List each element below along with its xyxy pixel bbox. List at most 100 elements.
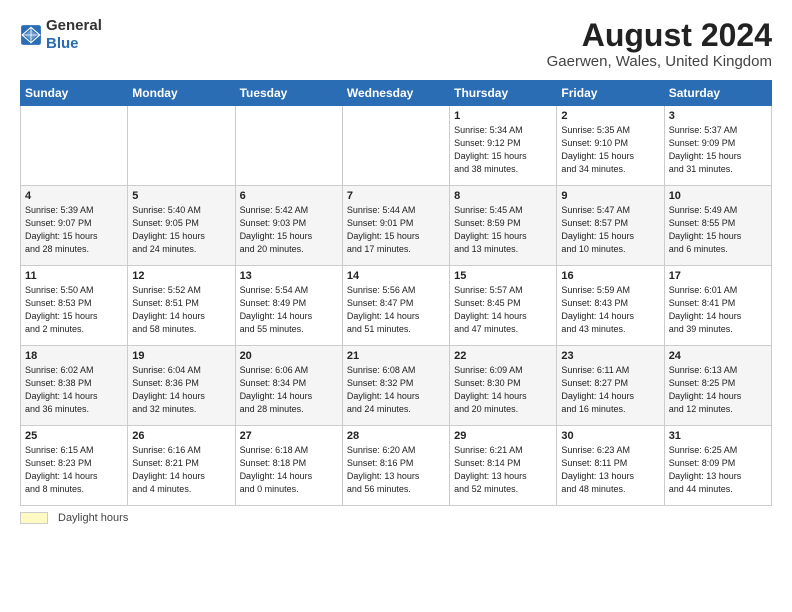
day-number: 26	[132, 430, 230, 442]
calendar-cell: 27 Sunrise: 6:18 AM Sunset: 8:18 PM Dayli…	[235, 426, 342, 506]
day-info: Sunrise: 5:50 AM Sunset: 8:53 PM Dayligh…	[25, 284, 123, 336]
day-number: 12	[132, 270, 230, 282]
day-number: 18	[25, 350, 123, 362]
day-info: Sunrise: 6:18 AM Sunset: 8:18 PM Dayligh…	[240, 444, 338, 496]
calendar-cell: 20Sunrise: 6:06 AM Sunset: 8:34 PM Dayli…	[235, 346, 342, 426]
calendar-cell: 2 Sunrise: 5:35 AM Sunset: 9:10 PM Daylig…	[557, 106, 664, 186]
day-number: 10	[669, 190, 767, 202]
calendar-cell: 11 Sunrise: 5:50 AM Sunset: 8:53 PM Dayli…	[21, 266, 128, 346]
legend-label: Daylight hours	[58, 512, 128, 524]
calendar-header-sunday: Sunday	[21, 81, 128, 106]
day-number: 29	[454, 430, 552, 442]
calendar-cell: 30 Sunrise: 6:23 AM Sunset: 8:11 PM Dayli…	[557, 426, 664, 506]
calendar-header-friday: Friday	[557, 81, 664, 106]
day-number: 27	[240, 430, 338, 442]
day-number: 14	[347, 270, 445, 282]
day-info: Sunrise: 6:09 AM Sunset: 8:30 PM Dayligh…	[454, 364, 552, 416]
day-number: 17	[669, 270, 767, 282]
calendar-cell: 8Sunrise: 5:45 AM Sunset: 8:59 PM Daylig…	[450, 186, 557, 266]
day-number: 3	[669, 110, 767, 122]
calendar-cell: 26 Sunrise: 6:16 AM Sunset: 8:21 PM Dayli…	[128, 426, 235, 506]
day-info: Sunrise: 5:42 AM Sunset: 9:03 PM Dayligh…	[240, 204, 338, 256]
day-info: Sunrise: 5:54 AM Sunset: 8:49 PM Dayligh…	[240, 284, 338, 336]
day-number: 28	[347, 430, 445, 442]
calendar-cell: 4Sunrise: 5:39 AM Sunset: 9:07 PM Daylig…	[21, 186, 128, 266]
calendar-week-row: 25Sunrise: 6:15 AM Sunset: 8:23 PM Dayli…	[21, 426, 772, 506]
calendar-cell: 28Sunrise: 6:20 AM Sunset: 8:16 PM Dayli…	[342, 426, 449, 506]
day-number: 15	[454, 270, 552, 282]
day-info: Sunrise: 6:23 AM Sunset: 8:11 PM Dayligh…	[561, 444, 659, 496]
calendar-cell	[342, 106, 449, 186]
day-info: Sunrise: 6:21 AM Sunset: 8:14 PM Dayligh…	[454, 444, 552, 496]
day-number: 9	[561, 190, 659, 202]
day-info: Sunrise: 5:47 AM Sunset: 8:57 PM Dayligh…	[561, 204, 659, 256]
day-info: Sunrise: 5:40 AM Sunset: 9:05 PM Dayligh…	[132, 204, 230, 256]
day-number: 25	[25, 430, 123, 442]
day-info: Sunrise: 5:59 AM Sunset: 8:43 PM Dayligh…	[561, 284, 659, 336]
day-info: Sunrise: 5:49 AM Sunset: 8:55 PM Dayligh…	[669, 204, 767, 256]
main-title: August 2024	[547, 18, 772, 53]
calendar-header-wednesday: Wednesday	[342, 81, 449, 106]
day-number: 8	[454, 190, 552, 202]
day-number: 11	[25, 270, 123, 282]
day-info: Sunrise: 5:44 AM Sunset: 9:01 PM Dayligh…	[347, 204, 445, 256]
header: General Blue August 2024 Gaerwen, Wales,…	[20, 18, 772, 70]
calendar-header-monday: Monday	[128, 81, 235, 106]
calendar-header-saturday: Saturday	[664, 81, 771, 106]
day-number: 30	[561, 430, 659, 442]
day-number: 23	[561, 350, 659, 362]
legend-box	[20, 512, 48, 524]
calendar-cell: 12 Sunrise: 5:52 AM Sunset: 8:51 PM Dayli…	[128, 266, 235, 346]
day-info: Sunrise: 6:08 AM Sunset: 8:32 PM Dayligh…	[347, 364, 445, 416]
calendar-cell: 21Sunrise: 6:08 AM Sunset: 8:32 PM Dayli…	[342, 346, 449, 426]
day-number: 31	[669, 430, 767, 442]
calendar-cell: 31 Sunrise: 6:25 AM Sunset: 8:09 PM Dayli…	[664, 426, 771, 506]
calendar-week-row: 18Sunrise: 6:02 AM Sunset: 8:38 PM Dayli…	[21, 346, 772, 426]
logo: General Blue	[20, 18, 102, 53]
day-number: 6	[240, 190, 338, 202]
logo-icon	[20, 24, 42, 46]
calendar-week-row: 11 Sunrise: 5:50 AM Sunset: 8:53 PM Dayli…	[21, 266, 772, 346]
calendar-cell: 19Sunrise: 6:04 AM Sunset: 8:36 PM Dayli…	[128, 346, 235, 426]
day-number: 7	[347, 190, 445, 202]
calendar-cell	[235, 106, 342, 186]
calendar-cell: 1 Sunrise: 5:34 AM Sunset: 9:12 PM Daylig…	[450, 106, 557, 186]
calendar-cell: 25Sunrise: 6:15 AM Sunset: 8:23 PM Dayli…	[21, 426, 128, 506]
day-info: Sunrise: 5:35 AM Sunset: 9:10 PM Dayligh…	[561, 124, 659, 176]
calendar-cell: 6 Sunrise: 5:42 AM Sunset: 9:03 PM Daylig…	[235, 186, 342, 266]
calendar-week-row: 4Sunrise: 5:39 AM Sunset: 9:07 PM Daylig…	[21, 186, 772, 266]
calendar-cell: 7 Sunrise: 5:44 AM Sunset: 9:01 PM Daylig…	[342, 186, 449, 266]
calendar-cell: 18Sunrise: 6:02 AM Sunset: 8:38 PM Dayli…	[21, 346, 128, 426]
calendar-cell: 9 Sunrise: 5:47 AM Sunset: 8:57 PM Daylig…	[557, 186, 664, 266]
calendar-cell: 5Sunrise: 5:40 AM Sunset: 9:05 PM Daylig…	[128, 186, 235, 266]
day-number: 16	[561, 270, 659, 282]
day-info: Sunrise: 6:11 AM Sunset: 8:27 PM Dayligh…	[561, 364, 659, 416]
day-number: 22	[454, 350, 552, 362]
day-info: Sunrise: 6:01 AM Sunset: 8:41 PM Dayligh…	[669, 284, 767, 336]
calendar-cell: 13 Sunrise: 5:54 AM Sunset: 8:49 PM Dayli…	[235, 266, 342, 346]
day-info: Sunrise: 5:34 AM Sunset: 9:12 PM Dayligh…	[454, 124, 552, 176]
logo-blue: Blue	[46, 35, 79, 52]
calendar-cell	[128, 106, 235, 186]
calendar-cell: 10 Sunrise: 5:49 AM Sunset: 8:55 PM Dayli…	[664, 186, 771, 266]
day-info: Sunrise: 6:04 AM Sunset: 8:36 PM Dayligh…	[132, 364, 230, 416]
day-number: 13	[240, 270, 338, 282]
day-number: 2	[561, 110, 659, 122]
calendar-cell: 17 Sunrise: 6:01 AM Sunset: 8:41 PM Dayli…	[664, 266, 771, 346]
day-info: Sunrise: 6:13 AM Sunset: 8:25 PM Dayligh…	[669, 364, 767, 416]
day-info: Sunrise: 5:56 AM Sunset: 8:47 PM Dayligh…	[347, 284, 445, 336]
day-number: 20	[240, 350, 338, 362]
page: General Blue August 2024 Gaerwen, Wales,…	[0, 0, 792, 534]
title-block: August 2024 Gaerwen, Wales, United Kingd…	[547, 18, 772, 70]
calendar-cell: 23 Sunrise: 6:11 AM Sunset: 8:27 PM Dayli…	[557, 346, 664, 426]
calendar-cell: 22 Sunrise: 6:09 AM Sunset: 8:30 PM Dayli…	[450, 346, 557, 426]
footer: Daylight hours	[20, 512, 772, 524]
calendar-cell: 3 Sunrise: 5:37 AM Sunset: 9:09 PM Daylig…	[664, 106, 771, 186]
day-info: Sunrise: 5:37 AM Sunset: 9:09 PM Dayligh…	[669, 124, 767, 176]
calendar-week-row: 1 Sunrise: 5:34 AM Sunset: 9:12 PM Daylig…	[21, 106, 772, 186]
day-info: Sunrise: 5:39 AM Sunset: 9:07 PM Dayligh…	[25, 204, 123, 256]
day-info: Sunrise: 6:16 AM Sunset: 8:21 PM Dayligh…	[132, 444, 230, 496]
day-info: Sunrise: 6:25 AM Sunset: 8:09 PM Dayligh…	[669, 444, 767, 496]
day-info: Sunrise: 5:52 AM Sunset: 8:51 PM Dayligh…	[132, 284, 230, 336]
day-number: 1	[454, 110, 552, 122]
